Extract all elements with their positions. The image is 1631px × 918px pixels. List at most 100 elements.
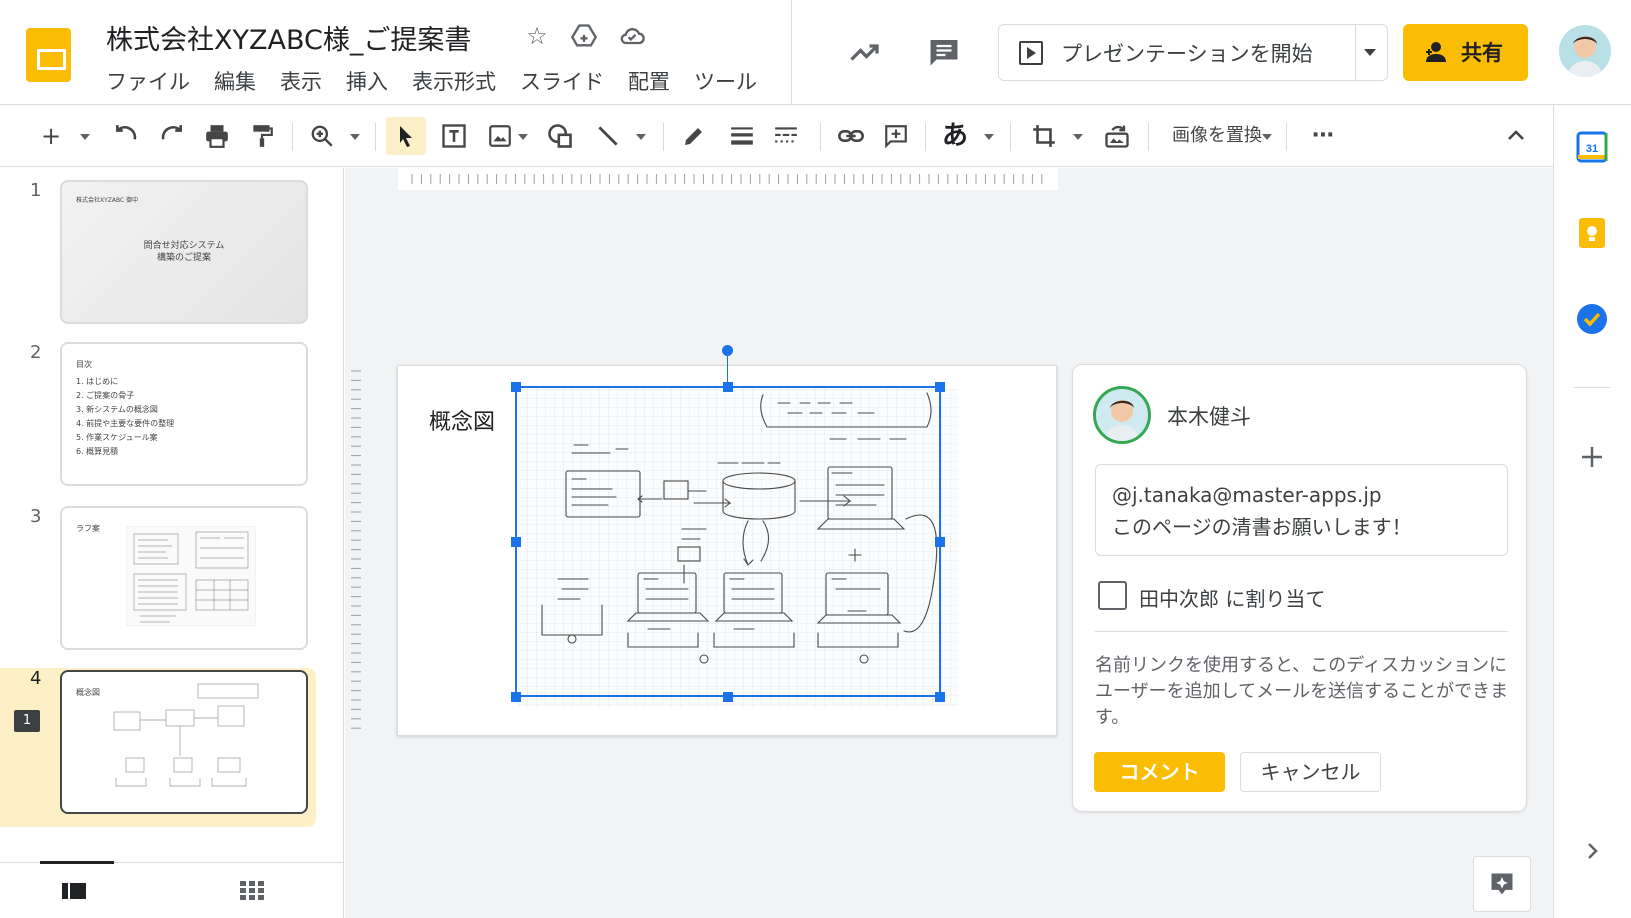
insert-image-chevron-down-icon[interactable] [518,134,528,140]
assign-checkbox[interactable] [1098,581,1127,610]
undo-icon[interactable] [110,117,142,155]
cloud-saved-icon[interactable] [616,20,648,52]
toolbar-separator [663,123,664,151]
thumb-text: 株式会社XYZABC 御中 [76,197,139,204]
explore-button[interactable] [1473,856,1531,912]
filmstrip-view-icon[interactable] [62,881,86,901]
star-icon[interactable]: ☆ [521,20,553,52]
menu-slide[interactable]: スライド [508,66,616,96]
print-icon[interactable] [201,117,233,155]
thumb-text: 問合せ対応システム [143,241,225,251]
zoom-icon[interactable] [306,117,338,155]
person-add-icon [1426,42,1446,62]
menu-format[interactable]: 表示形式 [400,66,508,96]
collapse-toolbar-chevron-up-icon[interactable] [1498,117,1534,155]
border-weight-icon[interactable] [726,117,758,155]
calendar-icon[interactable]: 31 [1574,129,1610,165]
menu-file[interactable]: ファイル [106,66,202,96]
commenter-avatar [1093,386,1151,444]
resize-handle-left[interactable] [511,537,521,547]
menu-insert[interactable]: 挿入 [334,66,400,96]
insert-link-icon[interactable] [834,117,868,155]
move-to-drive-icon[interactable] [568,20,600,52]
mention-info-text: 名前リンクを使用すると、このディスカッションにユーザーを追加してメールを送信する… [1095,655,1509,728]
new-slide-plus-icon[interactable]: + [36,117,66,155]
crop-chevron-down-icon[interactable] [1073,134,1083,140]
present-button[interactable]: プレゼンテーションを開始 [998,24,1388,81]
select-cursor-icon[interactable] [386,117,426,155]
zoom-chevron-down-icon[interactable] [350,134,360,140]
input-tools-chevron-down-icon[interactable] [984,134,994,140]
thumb-text: 目次 [76,360,92,369]
account-avatar[interactable] [1559,25,1611,77]
concept-sketch-thumbnail [113,683,259,787]
vertical-ruler[interactable] [345,363,367,743]
expand-panel-chevron-right-icon[interactable] [1574,833,1610,869]
shape-icon[interactable] [544,117,576,155]
grid-view-icon[interactable] [240,881,264,901]
thumb-text: 5. 作業スケジュール案 [76,433,158,442]
toolbar-separator [292,123,293,151]
slide-thumbnail-1[interactable]: 株式会社XYZABC 御中 問合せ対応システム 構築のご提案 [60,180,308,324]
tasks-icon[interactable] [1574,301,1610,337]
resize-handle-top-left[interactable] [511,382,521,392]
comment-cancel-button[interactable]: キャンセル [1240,752,1381,792]
activity-dashboard-icon[interactable] [843,32,887,72]
line-tool-chevron-down-icon[interactable] [636,134,646,140]
thumb-text: 2. ご提案の骨子 [76,391,135,400]
slide-thumbnail-4[interactable]: 概念図 [60,670,308,814]
slide-title[interactable]: 概念図 [429,404,495,436]
add-comment-icon[interactable] [880,117,912,155]
present-options-chevron-down-icon[interactable] [1364,49,1376,56]
slide-canvas[interactable]: 概念図 [397,345,1057,736]
slide-number: 2 [30,342,42,363]
svg-text:31: 31 [1586,143,1598,155]
slide-comment-count-badge[interactable]: 1 [14,710,40,732]
menu-arrange[interactable]: 配置 [616,66,682,96]
insert-image-icon[interactable] [484,117,516,155]
resize-handle-right[interactable] [935,537,945,547]
crop-icon[interactable] [1028,117,1060,155]
slide-workspace: 概念図 本木健斗 @j.tanaka@master-apps.jp このページの… [345,168,1553,918]
text-box-icon[interactable] [438,117,470,155]
more-options-icon[interactable]: ⋯ [1305,117,1341,155]
resize-handle-bottom-left[interactable] [511,692,521,702]
line-tool-icon[interactable] [592,117,624,155]
header-divider [791,0,792,104]
replace-image-chevron-down-icon[interactable] [1262,134,1272,140]
get-add-ons-plus-icon[interactable] [1574,439,1610,475]
horizontal-ruler[interactable] [398,168,1058,190]
slides-logo-icon[interactable] [26,28,71,82]
resize-handle-top-right[interactable] [935,382,945,392]
keep-icon[interactable] [1574,215,1610,251]
resize-handle-bottom-right[interactable] [935,692,945,702]
slide-number: 3 [30,506,42,527]
border-dash-icon[interactable] [770,117,802,155]
menu-tools[interactable]: ツール [682,66,769,96]
share-button[interactable]: 共有 [1403,24,1528,81]
slide-thumbnail-2[interactable]: 目次 1. はじめに 2. ご提案の骨子 3. 新システムの概念図 4. 前提や… [60,342,308,486]
comment-submit-button[interactable]: コメント [1094,752,1225,792]
reset-image-icon[interactable] [1100,117,1134,155]
paint-format-icon[interactable] [246,117,278,155]
thumb-text: 1. はじめに [76,377,119,386]
document-title[interactable]: 株式会社XYZABC様_ご提案書 [106,18,471,57]
new-slide-chevron-down-icon[interactable] [80,134,90,140]
resize-handle-bottom[interactable] [723,692,733,702]
resize-handle-top[interactable] [723,382,733,392]
editing-toolbar: + あ 画像を置換 ⋯ [0,105,1553,167]
concept-sketch-image[interactable] [518,389,958,707]
slide-thumbnail-3[interactable]: ラフ案 [60,506,308,650]
comment-history-icon[interactable] [922,32,966,72]
assign-label[interactable]: 田中次郎 に割り当て [1139,583,1325,612]
slide-number: 1 [30,180,42,201]
menu-view[interactable]: 表示 [268,66,334,96]
menu-bar: ファイル 編集 表示 挿入 表示形式 スライド 配置 ツール [106,66,769,96]
rotation-handle[interactable] [722,345,733,356]
replace-image-button[interactable]: 画像を置換 [1172,117,1262,155]
redo-icon[interactable] [156,117,188,155]
border-color-pencil-icon[interactable] [678,117,710,155]
menu-edit[interactable]: 編集 [202,66,268,96]
input-tools-icon[interactable]: あ [938,117,972,155]
comment-input[interactable]: @j.tanaka@master-apps.jp このページの清書お願いします！ [1095,464,1508,556]
